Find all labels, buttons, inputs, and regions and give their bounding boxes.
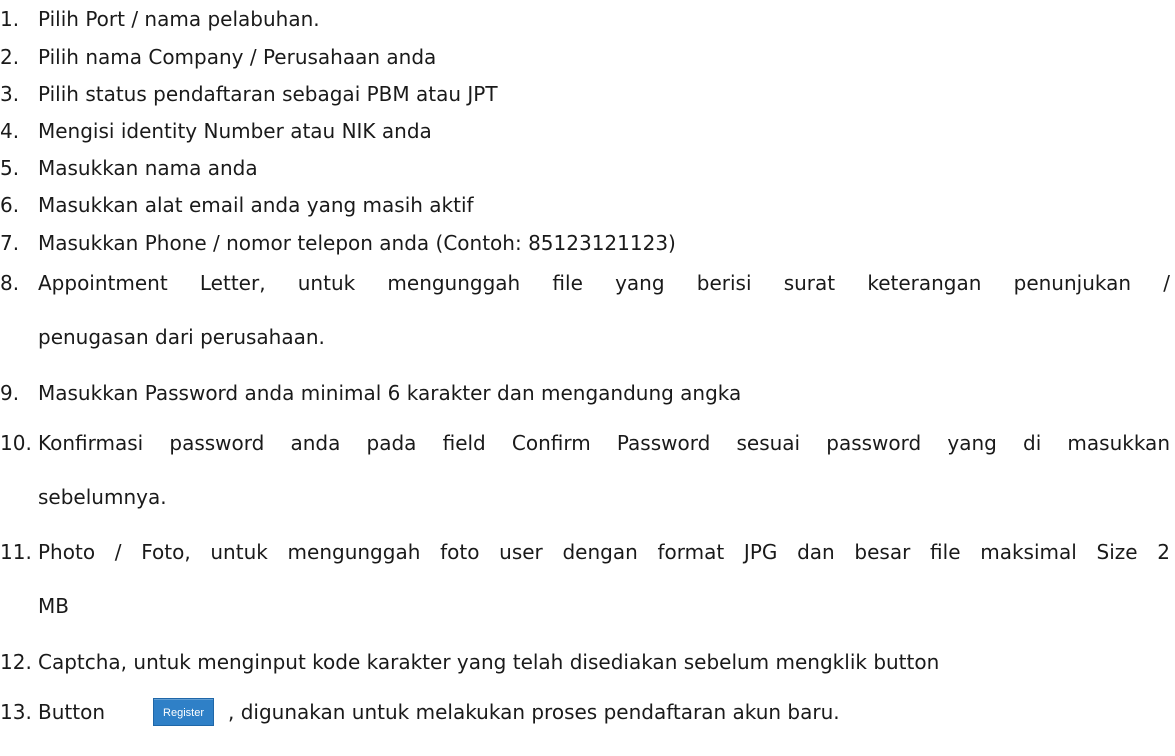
item-text: Pilih nama Company / Perusahaan anda (38, 45, 437, 69)
item-text: Photo / Foto, untuk mengunggah foto user… (38, 540, 1170, 564)
item-number: 11. (0, 540, 32, 564)
item-number: 8. (0, 271, 20, 295)
item-text: Appointment Letter, untuk mengunggah fil… (38, 271, 1170, 295)
item-text: Pilih status pendaftaran sebagai PBM ata… (38, 82, 498, 106)
instruction-page: 1. Pilih Port / nama pelabuhan. 2. Pilih… (0, 0, 1175, 756)
item-number: 12. (0, 650, 32, 674)
item-text-continued: penugasan dari perusahaan. (38, 325, 325, 349)
item-number: 4. (0, 119, 20, 143)
item-text-after-button: , digunakan untuk melakukan proses penda… (228, 700, 840, 724)
item-number: 6. (0, 193, 20, 217)
item-text-continued: sebelumnya. (38, 485, 167, 509)
register-button[interactable]: Register (153, 698, 214, 726)
item-number: 3. (0, 82, 20, 106)
item-text-continued: MB (38, 594, 69, 618)
item-number: 13. (0, 700, 32, 724)
item-text: Mengisi identity Number atau NIK anda (38, 119, 432, 143)
item-number: 1. (0, 7, 20, 31)
item-text: Masukkan Password anda minimal 6 karakte… (38, 381, 742, 405)
item-number: 10. (0, 431, 32, 455)
item-text: Masukkan Phone / nomor telepon anda (Con… (38, 231, 676, 255)
item-text: Konfirmasi password anda pada field Conf… (38, 431, 1170, 455)
item-text: Captcha, untuk menginput kode karakter y… (38, 650, 940, 674)
item-number: 7. (0, 231, 20, 255)
item-number: 5. (0, 156, 20, 180)
item-text: Pilih Port / nama pelabuhan. (38, 7, 320, 31)
item-number: 2. (0, 45, 20, 69)
item-text: Button (38, 700, 105, 724)
item-text: Masukkan nama anda (38, 156, 258, 180)
item-text: Masukkan alat email anda yang masih akti… (38, 193, 474, 217)
item-number: 9. (0, 381, 20, 405)
